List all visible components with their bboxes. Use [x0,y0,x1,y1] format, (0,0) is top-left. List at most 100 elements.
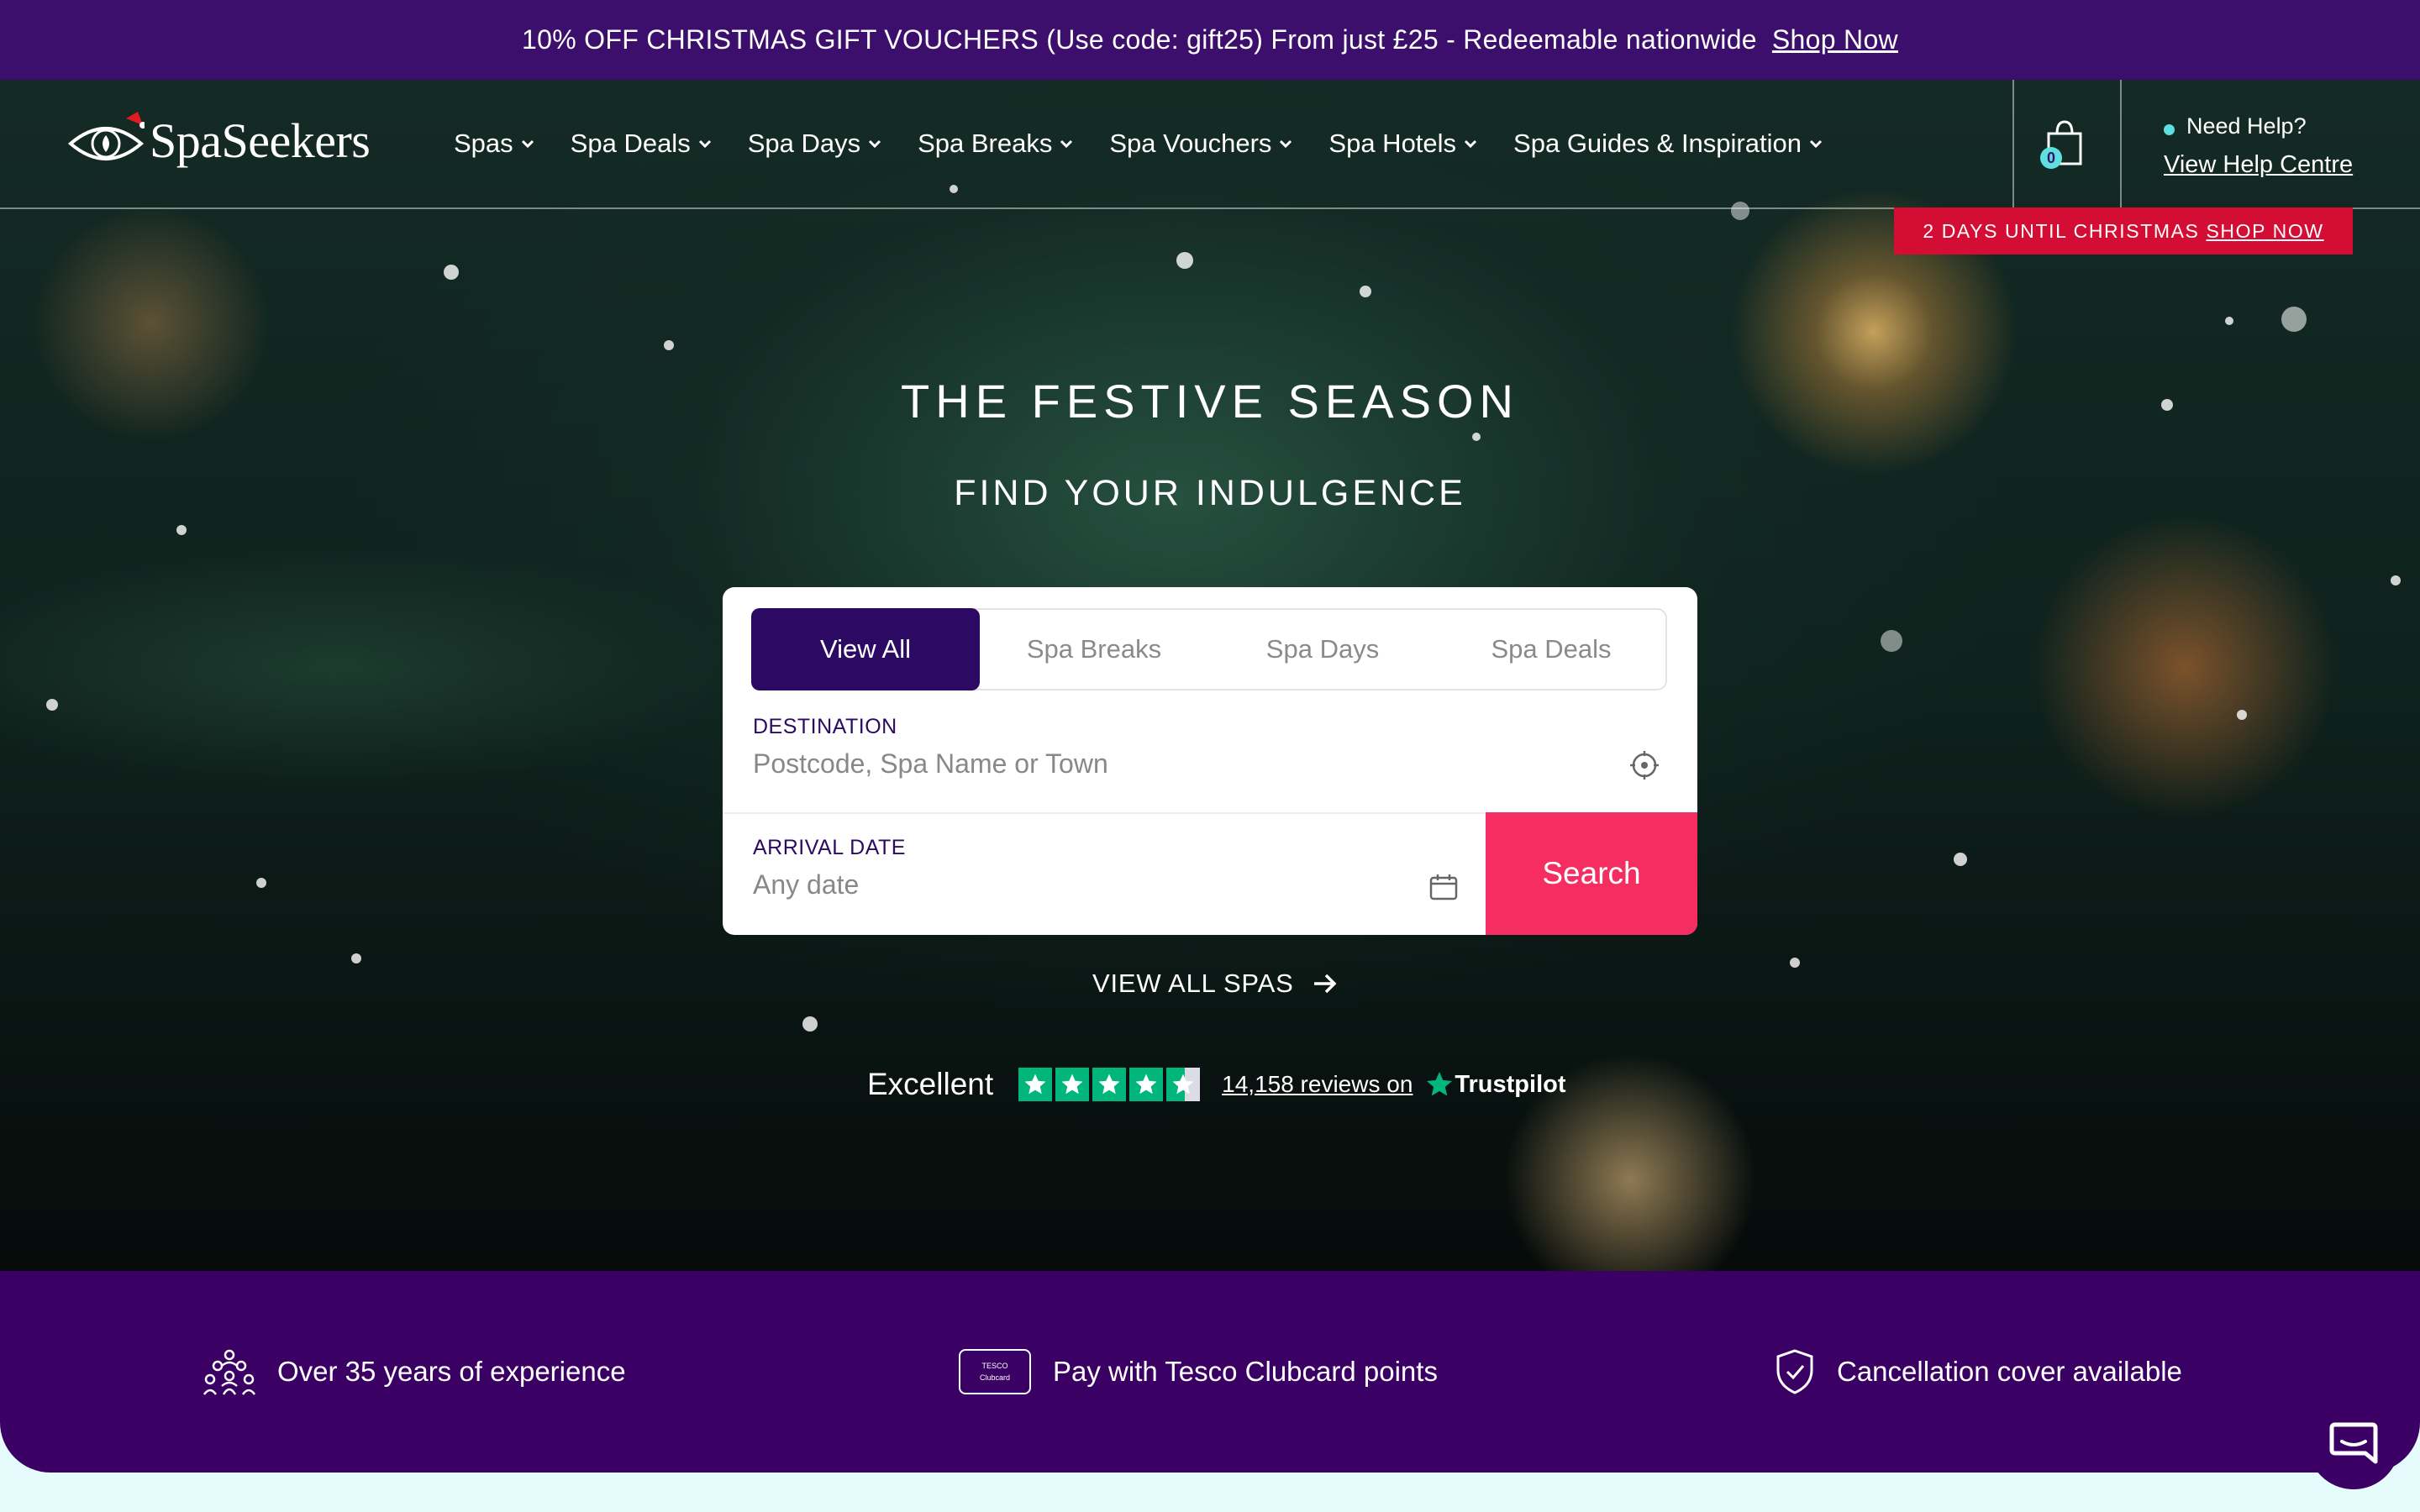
destination-label: DESTINATION [753,715,897,738]
promo-text: 10% OFF CHRISTMAS GIFT VOUCHERS (Use cod… [522,24,1757,55]
hero-title: THE FESTIVE SEASON [901,375,1519,428]
arrival-date-input[interactable] [753,869,1392,900]
search-card: View All Spa Breaks Spa Days Spa Deals D… [723,587,1697,935]
nav-label: Spa Guides & Inspiration [1513,129,1802,158]
chevron-down-icon [1464,139,1477,149]
arrival-date-label: ARRIVAL DATE [753,836,906,859]
snowflake [2391,575,2401,585]
usp-cancellation: Cancellation cover available [1775,1271,2182,1473]
chevron-down-icon [521,139,534,149]
star-icon [1129,1068,1164,1101]
online-dot-icon [2164,124,2175,136]
nav-spa-vouchers[interactable]: Spa Vouchers [1109,129,1293,159]
chevron-down-icon [1280,139,1292,149]
christmas-countdown-badge[interactable]: 2 DAYS UNTIL CHRISTMAS SHOP NOW [1894,207,2353,255]
nav-spa-deals[interactable]: Spa Deals [571,129,713,159]
usp-text: Over 35 years of experience [277,1356,626,1387]
trustpilot-rating-text: Excellent [867,1067,994,1101]
usp-text: Pay with Tesco Clubcard points [1053,1356,1438,1387]
tab-view-all[interactable]: View All [751,608,980,690]
hero-subtitle: FIND YOUR INDULGENCE [954,473,1466,513]
star-icon [1018,1068,1053,1101]
nav-spa-guides[interactable]: Spa Guides & Inspiration [1513,129,1823,159]
help-block: Need Help? View Help Centre [2164,113,2353,179]
snowflake [444,265,459,280]
nav-spas[interactable]: Spas [454,129,535,159]
tesco-clubcard-icon: TESCO Clubcard [959,1349,1031,1394]
snowflake [2237,710,2247,720]
nav-spa-days[interactable]: Spa Days [748,129,882,159]
view-all-spas-link[interactable]: VIEW ALL SPAS [1092,969,1338,999]
snowflake [1360,286,1371,297]
chevron-down-icon [1809,139,1823,149]
calendar-icon[interactable] [1428,873,1459,901]
tab-spa-breaks[interactable]: Spa Breaks [980,610,1208,689]
snowflake [176,525,187,535]
usp-tesco: TESCO Clubcard Pay with Tesco Clubcard p… [959,1271,1438,1473]
chat-bubble-icon [2329,1422,2378,1464]
view-help-centre-link[interactable]: View Help Centre [2164,151,2353,179]
logo-text: SpaSeekers [150,113,371,168]
site-header: SpaSeekers Spas Spa Deals Spa Days Spa B… [0,80,2420,209]
snowflake [2225,317,2233,325]
need-help-label: Need Help? [2186,113,2307,139]
view-all-label: VIEW ALL SPAS [1092,969,1294,998]
destination-input[interactable] [753,748,1593,780]
nav-label: Spa Deals [570,129,691,158]
tab-spa-days[interactable]: Spa Days [1208,610,1437,689]
main-nav: Spas Spa Deals Spa Days Spa Breaks Spa V… [454,80,1859,207]
promo-shop-now-link[interactable]: Shop Now [1772,24,1898,55]
chevron-down-icon [698,139,711,149]
half-star-icon [1166,1068,1201,1101]
nav-spa-breaks[interactable]: Spa Breaks [918,129,1074,159]
snowflake [256,878,266,888]
chevron-down-icon [869,139,881,149]
shield-check-icon [1776,1349,1813,1394]
snowflake [351,953,361,963]
nav-label: Spa Vouchers [1109,129,1272,158]
snowflake [1176,252,1193,269]
snowflake [1790,958,1800,968]
eye-logo-icon [67,112,145,160]
search-button[interactable]: Search [1486,812,1697,935]
star-icon [1092,1068,1127,1101]
spaseekers-logo[interactable]: SpaSeekers [67,110,371,171]
trustpilot-star-icon [1427,1072,1453,1096]
nav-label: Spas [454,129,513,158]
trustpilot-brand-text: Trustpilot [1455,1070,1566,1098]
cart-count-badge: 0 [2040,147,2062,169]
countdown-shop-now-link[interactable]: SHOP NOW [2206,220,2323,243]
clubcard-line1: TESCO [981,1362,1008,1370]
locate-me-icon[interactable] [1628,749,1660,781]
tab-spa-deals[interactable]: Spa Deals [1437,610,1665,689]
people-icon [203,1349,255,1395]
nav-spa-hotels[interactable]: Spa Hotels [1328,129,1478,159]
header-divider [2120,80,2122,207]
promo-bar: 10% OFF CHRISTMAS GIFT VOUCHERS (Use cod… [0,0,2420,80]
chevron-down-icon [1060,139,1073,149]
nav-label: Spa Days [747,129,861,158]
search-tabs: View All Spa Breaks Spa Days Spa Deals [751,608,1667,690]
snowflake [2281,307,2307,332]
nav-label: Spa Hotels [1328,129,1457,158]
snowflake [664,340,674,350]
header-divider [2012,80,2014,207]
field-divider [723,812,1487,814]
usp-band: Over 35 years of experience TESCO Clubca… [0,1271,2420,1473]
snowflake [1881,630,1902,652]
trustpilot-stars [1018,1068,1203,1101]
usp-text: Cancellation cover available [1837,1356,2182,1387]
snowflake [802,1016,818,1032]
nav-label: Spa Breaks [918,129,1053,158]
trustpilot-brand: Trustpilot [1424,1069,1566,1100]
clubcard-line2: Clubcard [979,1373,1011,1382]
countdown-text: 2 DAYS UNTIL CHRISTMAS [1923,219,2200,242]
trustpilot-widget[interactable]: Excellent 14,158 reviews on Trustpilot [867,1067,1566,1102]
snowflake [1954,853,1967,866]
trustpilot-review-count-link[interactable]: 14,158 reviews on [1222,1071,1413,1098]
star-icon [1055,1068,1090,1101]
snowflake [1472,433,1481,441]
live-chat-button[interactable] [2307,1397,2400,1489]
arrow-right-icon [1313,974,1337,994]
snowflake [46,699,58,711]
